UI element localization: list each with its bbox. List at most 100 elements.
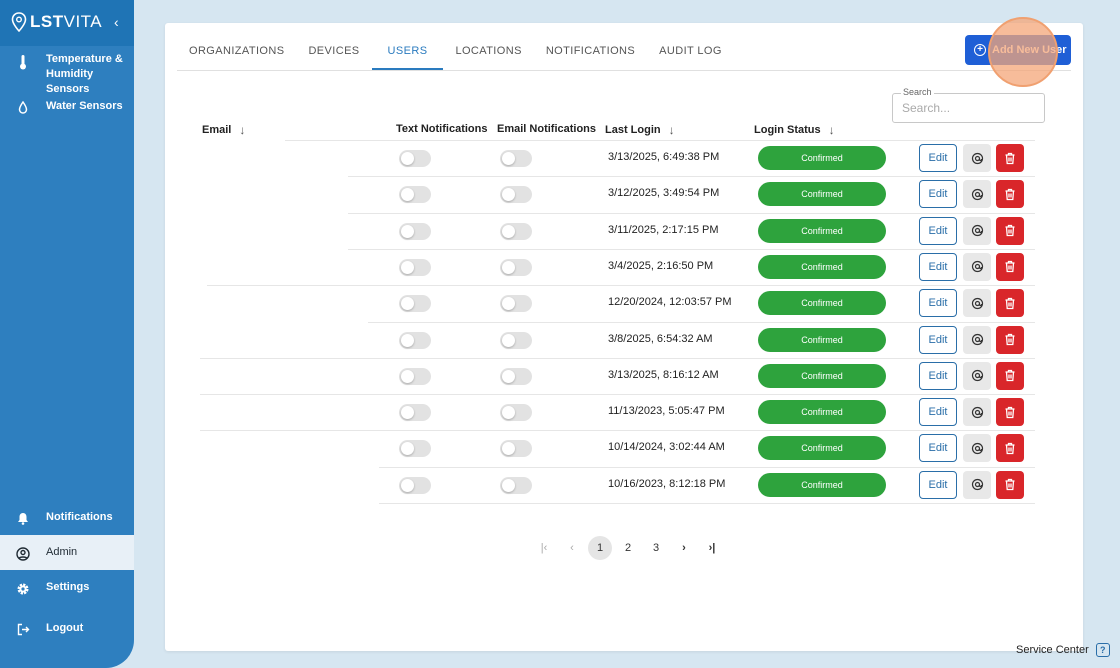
- sidebar-header: LST VITA ‹: [0, 0, 134, 46]
- text-notifications-toggle[interactable]: [399, 331, 431, 349]
- email-notifications-toggle[interactable]: [500, 186, 532, 204]
- first-page-icon[interactable]: |‹: [532, 536, 556, 560]
- text-notifications-toggle[interactable]: [399, 150, 431, 167]
- column-header-text-notifications: Text Notifications: [396, 123, 487, 135]
- column-header-login-status[interactable]: Login Status ↓: [754, 123, 835, 137]
- table-row: 11/13/2023, 5:05:47 PM Confirmed Edit: [165, 394, 1083, 430]
- text-notifications-toggle[interactable]: [399, 367, 431, 385]
- delete-button[interactable]: [996, 434, 1024, 463]
- sidebar-item-water-sensors[interactable]: Water Sensors: [0, 99, 134, 114]
- edit-button[interactable]: Edit: [919, 325, 957, 354]
- sidebar-item-notifications[interactable]: Notifications: [0, 510, 134, 525]
- edit-button[interactable]: Edit: [919, 216, 957, 245]
- email-notifications-toggle[interactable]: [500, 404, 532, 422]
- column-header-email[interactable]: Email ↓: [202, 123, 245, 137]
- table-bottom-divider: [379, 503, 1035, 504]
- email-notifications-toggle[interactable]: [500, 367, 532, 385]
- column-header-last-login[interactable]: Last Login ↓: [605, 123, 675, 137]
- edit-button[interactable]: Edit: [919, 144, 957, 172]
- text-notifications-toggle[interactable]: [399, 222, 431, 240]
- delete-button[interactable]: [996, 216, 1024, 245]
- sidebar-item-logout[interactable]: Logout: [0, 621, 134, 636]
- toggle-knob: [401, 297, 414, 311]
- tab-notifications[interactable]: NOTIFICATIONS: [534, 23, 647, 70]
- next-page-icon[interactable]: ›: [672, 536, 696, 560]
- service-center-link[interactable]: Service Center ?: [1016, 643, 1110, 657]
- previous-page-icon[interactable]: ‹: [560, 536, 584, 560]
- toggle-knob: [502, 406, 515, 420]
- email-notifications-toggle[interactable]: [500, 150, 532, 167]
- edit-button[interactable]: Edit: [919, 180, 957, 209]
- tab-locations[interactable]: LOCATIONS: [443, 23, 533, 70]
- text-notifications-toggle[interactable]: [399, 404, 431, 422]
- status-badge: Confirmed: [758, 291, 886, 316]
- reset-password-button[interactable]: [963, 398, 991, 427]
- sort-arrow-down-icon: ↓: [239, 123, 246, 137]
- text-notifications-toggle[interactable]: [399, 476, 431, 494]
- tab-organizations[interactable]: ORGANIZATIONS: [177, 23, 296, 70]
- at-sign-icon: [971, 261, 983, 273]
- email-notifications-toggle[interactable]: [500, 476, 532, 494]
- reset-password-button[interactable]: [963, 361, 991, 390]
- delete-button[interactable]: [996, 252, 1024, 281]
- column-header-email-notifications: Email Notifications: [497, 123, 596, 135]
- delete-button[interactable]: [996, 325, 1024, 354]
- delete-button[interactable]: [996, 398, 1024, 427]
- edit-button[interactable]: Edit: [919, 252, 957, 281]
- email-notifications-toggle[interactable]: [500, 331, 532, 349]
- at-sign-icon: [971, 406, 983, 418]
- last-page-icon[interactable]: ›|: [700, 536, 724, 560]
- delete-button[interactable]: [996, 361, 1024, 390]
- add-new-user-label: Add New User: [992, 44, 1067, 56]
- reset-password-button[interactable]: [963, 252, 991, 281]
- reset-password-button[interactable]: [963, 216, 991, 245]
- edit-button[interactable]: Edit: [919, 361, 957, 390]
- page-3-button[interactable]: 3: [644, 536, 668, 560]
- email-notifications-toggle[interactable]: [500, 295, 532, 313]
- text-notifications-toggle[interactable]: [399, 258, 431, 276]
- plus-circle-icon: +: [974, 44, 986, 56]
- reset-password-button[interactable]: [963, 144, 991, 172]
- reset-password-button[interactable]: [963, 289, 991, 318]
- email-notifications-toggle[interactable]: [500, 258, 532, 276]
- sidebar-item-temperature-humidity[interactable]: Temperature & Humidity Sensors: [0, 52, 134, 97]
- reset-password-button[interactable]: [963, 434, 991, 463]
- email-notifications-toggle[interactable]: [500, 222, 532, 240]
- text-notifications-toggle[interactable]: [399, 440, 431, 458]
- tab-devices[interactable]: DEVICES: [296, 23, 371, 70]
- email-notifications-toggle[interactable]: [500, 440, 532, 458]
- delete-button[interactable]: [996, 470, 1024, 499]
- search-input[interactable]: [893, 94, 1044, 122]
- tab-users[interactable]: USERS: [371, 23, 444, 70]
- pagination: |‹ ‹ 1 2 3 › ›|: [530, 536, 726, 560]
- page-2-button[interactable]: 2: [616, 536, 640, 560]
- edit-button[interactable]: Edit: [919, 398, 957, 427]
- edit-button[interactable]: Edit: [919, 289, 957, 318]
- toggle-knob: [502, 224, 515, 238]
- chevron-left-icon[interactable]: ‹: [114, 14, 119, 30]
- app-logo[interactable]: LST VITA: [11, 12, 102, 32]
- page-1-button[interactable]: 1: [588, 536, 612, 560]
- thermometer-icon: [0, 52, 46, 70]
- reset-password-button[interactable]: [963, 325, 991, 354]
- tab-audit-log[interactable]: AUDIT LOG: [647, 23, 734, 70]
- reset-password-button[interactable]: [963, 470, 991, 499]
- at-sign-icon: [971, 152, 983, 164]
- status-badge: Confirmed: [758, 182, 886, 207]
- sidebar-item-label: Water Sensors: [46, 100, 123, 112]
- sidebar-item-settings[interactable]: Settings: [0, 580, 134, 596]
- delete-button[interactable]: [996, 180, 1024, 209]
- last-login-cell: 3/13/2025, 6:49:38 PM: [608, 151, 720, 163]
- add-new-user-button[interactable]: + Add New User: [965, 35, 1071, 65]
- edit-button[interactable]: Edit: [919, 434, 957, 463]
- edit-button[interactable]: Edit: [919, 470, 957, 499]
- delete-button[interactable]: [996, 144, 1024, 172]
- trash-icon: [1005, 152, 1015, 164]
- text-notifications-toggle[interactable]: [399, 186, 431, 204]
- delete-button[interactable]: [996, 289, 1024, 318]
- reset-password-button[interactable]: [963, 180, 991, 209]
- search-field: Search: [892, 87, 1045, 123]
- last-login-cell: 10/14/2024, 3:02:44 AM: [608, 441, 725, 454]
- sidebar-item-admin[interactable]: Admin: [0, 535, 134, 570]
- text-notifications-toggle[interactable]: [399, 295, 431, 313]
